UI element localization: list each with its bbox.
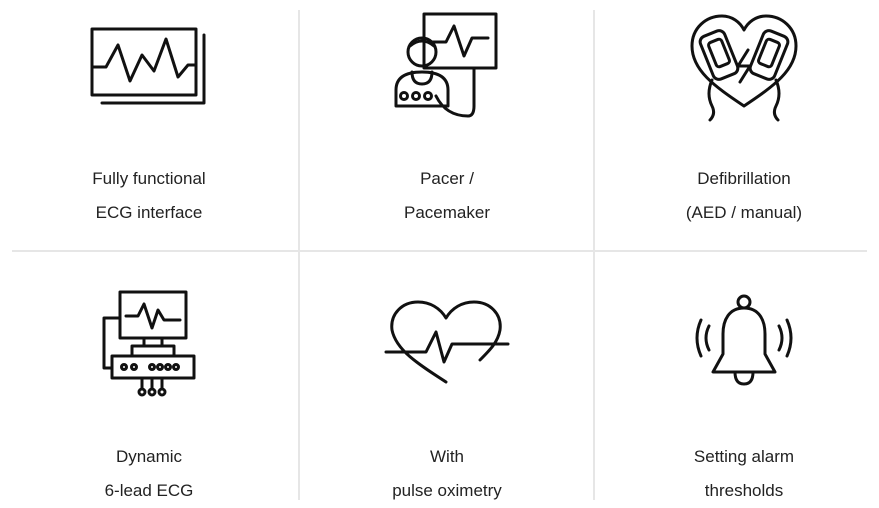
ecg-device-icon [94,288,204,400]
feature-label-line2: (AED / manual) [685,203,803,222]
feature-label-line1: Defibrillation [697,169,791,188]
feature-alarm-thresholds: Setting alarm thresholds [595,252,879,500]
feature-label-line2: Pacemaker [404,203,490,222]
feature-label-line1: With [430,447,464,466]
defibrillator-heart-icon [684,10,804,125]
feature-label-line1: Dynamic [115,447,183,466]
alarm-bell-icon [689,292,799,392]
ecg-monitor-icon [84,25,214,115]
feature-ecg-interface: Fully functional ECG interface [0,0,298,250]
feature-label-line1: Pacer / [420,169,474,188]
feature-label-line2: pulse oximetry [392,481,502,500]
feature-defibrillation: Defibrillation (AED / manual) [595,0,879,250]
feature-label-line2: 6-lead ECG [104,481,194,500]
feature-6-lead-ecg: Dynamic 6-lead ECG [0,252,298,500]
feature-label-line2: ECG interface [95,203,203,222]
feature-pacer: Pacer / Pacemaker [298,0,596,250]
feature-label-line2: thresholds [704,481,784,500]
heartbeat-icon [382,298,512,388]
pacer-patient-icon [382,10,512,125]
feature-pulse-oximetry: With pulse oximetry [298,252,596,500]
features-grid: Fully functional ECG interface Pacer / P… [0,0,879,500]
feature-label-line1: Setting alarm [693,447,795,466]
feature-label-line1: Fully functional [92,169,206,188]
